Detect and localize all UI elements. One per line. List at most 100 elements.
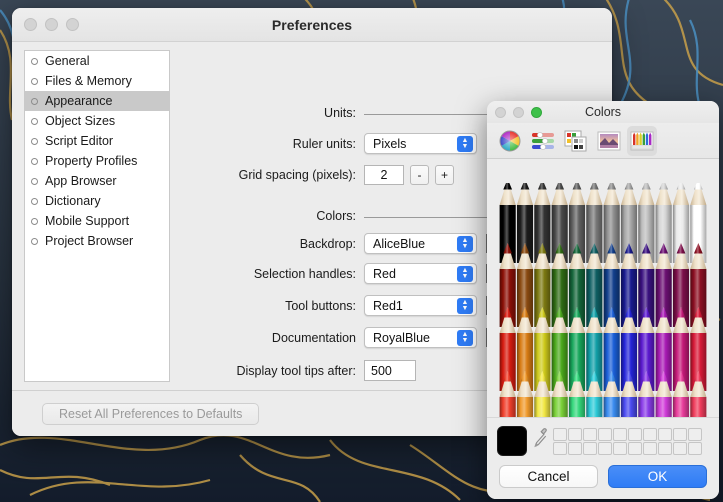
ruler-units-label: Ruler units:	[292, 136, 356, 151]
eyedropper-icon	[532, 427, 549, 456]
sidebar-item-script-editor[interactable]: Script Editor	[25, 131, 169, 151]
color-palettes-icon	[564, 130, 588, 152]
selection-handles-color-select[interactable]: Red ▲ ▼	[364, 263, 477, 284]
color-sliders-icon	[531, 131, 555, 151]
sidebar-item-object-sizes[interactable]: Object Sizes	[25, 111, 169, 131]
bullet-icon	[31, 77, 38, 85]
image-palettes-tab[interactable]	[594, 126, 624, 156]
crayon-color-grid[interactable]	[487, 159, 719, 417]
swatch-slot[interactable]	[688, 427, 702, 441]
tooltip-delay-input[interactable]: 500	[364, 360, 416, 381]
swatch-slot[interactable]	[583, 427, 597, 441]
swatch-slot[interactable]	[613, 441, 627, 455]
grid-spacing-increment-button[interactable]: +	[435, 165, 454, 185]
bullet-icon	[31, 217, 38, 225]
color-palettes-tab[interactable]	[561, 126, 591, 156]
swatch-slot[interactable]	[688, 441, 702, 455]
color-wheel-tab[interactable]	[495, 126, 525, 156]
tool-buttons-color-value: Red1	[373, 298, 403, 313]
preferences-sidebar[interactable]: General Files & Memory Appearance Object…	[24, 50, 170, 382]
saved-swatches-grid[interactable]	[553, 427, 702, 455]
sidebar-item-property-profiles[interactable]: Property Profiles	[25, 151, 169, 171]
sidebar-item-general[interactable]: General	[25, 51, 169, 71]
bullet-icon	[31, 197, 38, 205]
sidebar-item-label: General	[45, 54, 90, 68]
swatch-slot[interactable]	[673, 427, 687, 441]
swatch-slot[interactable]	[568, 441, 582, 455]
swatch-slot[interactable]	[643, 441, 657, 455]
colors-titlebar: Colors	[487, 101, 719, 123]
ok-button[interactable]: OK	[608, 465, 707, 488]
sidebar-item-label: Project Browser	[45, 234, 134, 248]
backdrop-color-select[interactable]: AliceBlue ▲ ▼	[364, 233, 477, 254]
tool-buttons-label: Tool buttons:	[285, 298, 356, 313]
sidebar-item-app-browser[interactable]: App Browser	[25, 171, 169, 191]
bullet-icon	[31, 117, 38, 125]
grid-spacing-input[interactable]: 2	[364, 165, 404, 185]
sidebar-item-mobile-support[interactable]: Mobile Support	[25, 211, 169, 231]
colors-panel: Colors Cancel OK	[487, 101, 719, 499]
chevron-updown-icon: ▲ ▼	[457, 266, 473, 282]
chevron-updown-icon: ▲ ▼	[457, 330, 473, 346]
pencils-tab[interactable]	[627, 125, 657, 156]
swatch-slot[interactable]	[553, 441, 567, 455]
selection-handles-color-value: Red	[373, 266, 396, 281]
tool-buttons-color-select[interactable]: Red1 ▲ ▼	[364, 295, 477, 316]
color-sliders-tab[interactable]	[528, 126, 558, 156]
sidebar-item-label: Dictionary	[45, 194, 101, 208]
cancel-button[interactable]: Cancel	[499, 465, 598, 488]
bullet-icon	[31, 177, 38, 185]
sidebar-item-project-browser[interactable]: Project Browser	[25, 231, 169, 251]
swatch-slot[interactable]	[628, 441, 642, 455]
grid-spacing-decrement-button[interactable]: -	[410, 165, 429, 185]
sidebar-item-appearance[interactable]: Appearance	[25, 91, 169, 111]
swatch-slot[interactable]	[598, 427, 612, 441]
minimize-button[interactable]	[513, 107, 524, 118]
color-wheel-icon	[499, 130, 521, 152]
sidebar-item-label: Files & Memory	[45, 74, 132, 88]
reset-all-preferences-button[interactable]: Reset All Preferences to Defaults	[42, 402, 260, 425]
units-section-label: Units:	[324, 106, 356, 120]
close-button[interactable]	[495, 107, 506, 118]
page-title: Preferences	[271, 17, 353, 33]
sidebar-item-files-memory[interactable]: Files & Memory	[25, 71, 169, 91]
sidebar-item-label: Property Profiles	[45, 154, 138, 168]
colors-panel-buttons: Cancel OK	[497, 465, 709, 488]
chevron-updown-icon: ▲ ▼	[457, 136, 473, 152]
tooltip-delay-label: Display tool tips after:	[236, 363, 357, 378]
swatch-slot[interactable]	[613, 427, 627, 441]
swatch-slot[interactable]	[598, 441, 612, 455]
documentation-color-value: RoyalBlue	[373, 330, 430, 345]
selection-handles-label: Selection handles:	[253, 266, 356, 281]
colors-toolbar	[487, 123, 719, 159]
chevron-updown-icon: ▲ ▼	[457, 236, 473, 252]
backdrop-color-value: AliceBlue	[373, 236, 426, 251]
swatch-slot[interactable]	[673, 441, 687, 455]
chevron-updown-icon: ▲ ▼	[457, 298, 473, 314]
swatch-slot[interactable]	[658, 427, 672, 441]
current-color-swatch[interactable]	[497, 426, 527, 456]
swatch-slot[interactable]	[583, 441, 597, 455]
eyedropper-button[interactable]	[527, 427, 553, 456]
sidebar-item-dictionary[interactable]: Dictionary	[25, 191, 169, 211]
swatch-slot[interactable]	[643, 427, 657, 441]
ruler-units-value: Pixels	[373, 136, 407, 151]
sidebar-item-label: Object Sizes	[45, 114, 116, 128]
backdrop-label: Backdrop:	[299, 236, 356, 251]
preferences-titlebar: Preferences	[12, 8, 612, 42]
swatch-slot[interactable]	[553, 427, 567, 441]
documentation-label: Documentation	[271, 330, 356, 345]
swatch-slot[interactable]	[658, 441, 672, 455]
zoom-button[interactable]	[531, 107, 542, 118]
colors-panel-bottom: Cancel OK	[487, 417, 719, 499]
swatch-slot[interactable]	[628, 427, 642, 441]
swatch-slot[interactable]	[568, 427, 582, 441]
documentation-color-select[interactable]: RoyalBlue ▲ ▼	[364, 327, 477, 348]
bullet-icon	[31, 237, 38, 245]
image-palette-icon	[597, 130, 621, 152]
bullet-icon	[31, 157, 38, 165]
ruler-units-select[interactable]: Pixels ▲ ▼	[364, 133, 477, 154]
crayon-grid-svg[interactable]	[487, 183, 719, 417]
bullet-icon	[31, 137, 38, 145]
sidebar-item-label: App Browser	[45, 174, 117, 188]
